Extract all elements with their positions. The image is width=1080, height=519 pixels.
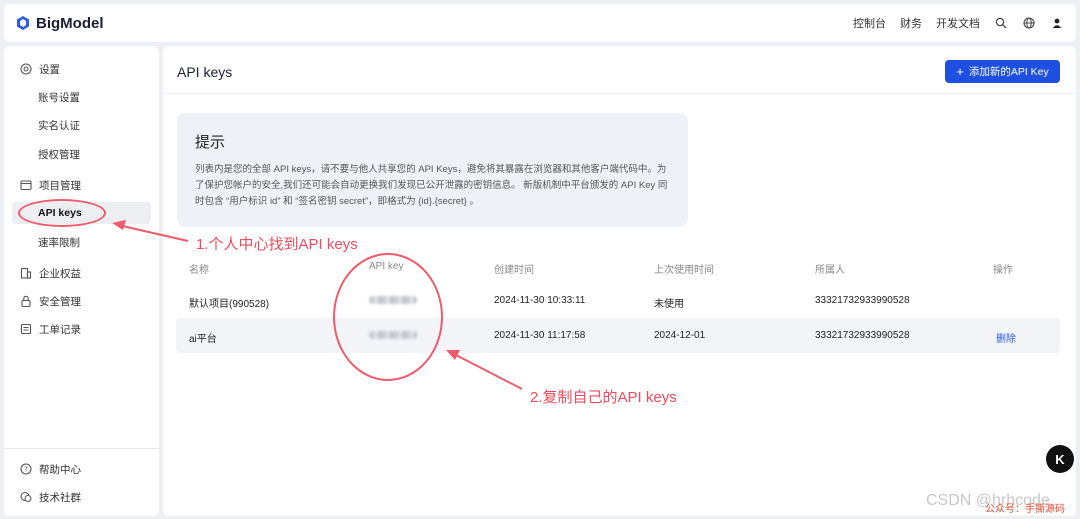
sidebar-help-center[interactable]: ? 帮助中心 (12, 458, 151, 480)
top-nav: 控制台 财务 开发文档 (853, 15, 1064, 31)
logo-icon (17, 16, 29, 30)
sidebar-label: 帮助中心 (39, 463, 81, 476)
globe-icon[interactable] (1022, 16, 1036, 30)
notice-box: 提示 列表内是您的全部 API keys，请不要与他人共享您的 API Keys… (177, 113, 688, 227)
sidebar-item-account-settings[interactable]: 账号设置 (12, 86, 151, 108)
help-icon: ? (19, 462, 33, 476)
main-header: API keys + 添加新的API Key (163, 46, 1076, 94)
cell-owner: 33321732933990528 (815, 295, 910, 306)
table-row: ai平台 2024-11-30 11:17:58 2024-12-01 3332… (176, 318, 1060, 353)
sidebar-item-verification[interactable]: 实名认证 (12, 114, 151, 136)
cell-name: ai平台 (189, 334, 217, 345)
table-row: 默认项目(990528) 2024-11-30 10:33:11 未使用 333… (176, 283, 1060, 318)
sidebar-divider (4, 448, 159, 449)
annotation-step1: 1.个人中心找到API keys (196, 236, 358, 253)
sidebar-item-rate-limit[interactable]: 速率限制 (12, 231, 151, 253)
sidebar-label: 技术社群 (39, 491, 81, 504)
brand-name: BigModel (36, 14, 104, 32)
table-header-last-used: 上次使用时间 (654, 265, 714, 276)
add-api-key-button[interactable]: + 添加新的API Key (945, 60, 1060, 83)
nav-docs[interactable]: 开发文档 (936, 15, 980, 31)
sidebar-label: 项目管理 (39, 179, 81, 192)
sidebar-group-tickets[interactable]: 工单记录 (12, 318, 151, 340)
cell-last-used: 未使用 (654, 299, 684, 310)
sidebar-group-security[interactable]: 安全管理 (12, 290, 151, 312)
page-title: API keys (177, 64, 233, 80)
cell-created: 2024-11-30 10:33:11 (494, 295, 586, 306)
sidebar-label: 账号设置 (38, 91, 80, 104)
sidebar-label: 安全管理 (39, 295, 81, 308)
floating-assistant-button[interactable]: K (1046, 445, 1074, 473)
table-header-action: 操作 (993, 265, 1013, 276)
sidebar-tech-community[interactable]: 技术社群 (12, 486, 151, 508)
top-bar: BigModel 控制台 财务 开发文档 (4, 4, 1076, 42)
ticket-icon (19, 322, 33, 336)
notice-body: 列表内是您的全部 API keys，请不要与他人共享您的 API Keys，避免… (195, 164, 668, 207)
nav-console[interactable]: 控制台 (853, 15, 886, 31)
sidebar-label: 速率限制 (38, 236, 80, 249)
plus-icon: + (956, 64, 964, 79)
annotation-circle-api-key-column (333, 253, 443, 381)
sidebar-group-settings[interactable]: 设置 (12, 58, 151, 80)
table-header-owner: 所属人 (815, 265, 845, 276)
delete-link[interactable]: 删除 (996, 330, 1016, 345)
search-icon[interactable] (994, 16, 1008, 30)
sidebar-label: 设置 (39, 63, 60, 76)
sidebar-item-authorization[interactable]: 授权管理 (12, 143, 151, 165)
sidebar: 设置 账号设置 实名认证 授权管理 项目管理 API keys 速率限制 企业权… (4, 46, 159, 516)
add-api-key-label: 添加新的API Key (968, 66, 1049, 78)
notice-title: 提示 (195, 134, 226, 151)
table-header-name: 名称 (189, 265, 209, 276)
sidebar-group-enterprise[interactable]: 企业权益 (12, 262, 151, 284)
gear-icon (19, 62, 33, 76)
nav-finance[interactable]: 财务 (900, 15, 922, 31)
main-panel: API keys + 添加新的API Key 提示 列表内是您的全部 API k… (163, 46, 1076, 516)
svg-text:?: ? (24, 466, 28, 474)
cell-owner: 33321732933990528 (815, 330, 910, 341)
sidebar-label: 授权管理 (38, 148, 80, 161)
annotation-step2: 2.复制自己的API keys (530, 389, 677, 406)
cell-created: 2024-11-30 11:17:58 (494, 330, 586, 341)
annotation-circle-api-keys (18, 199, 106, 227)
building-icon (19, 266, 33, 280)
cell-last-used: 2024-12-01 (654, 330, 706, 341)
cell-name: 默认项目(990528) (189, 299, 270, 310)
sidebar-label: 实名认证 (38, 119, 80, 132)
sidebar-label: 企业权益 (39, 267, 81, 280)
user-icon[interactable] (1050, 16, 1064, 30)
sidebar-label: 工单记录 (39, 323, 81, 336)
lock-icon (19, 294, 33, 308)
brand-logo[interactable]: BigModel (16, 15, 104, 32)
watermark-2: 公众号：手撕源码 (985, 504, 1065, 515)
community-icon (19, 490, 33, 504)
sidebar-group-projects[interactable]: 项目管理 (12, 174, 151, 196)
project-icon (19, 178, 33, 192)
table-header-created: 创建时间 (494, 265, 534, 276)
